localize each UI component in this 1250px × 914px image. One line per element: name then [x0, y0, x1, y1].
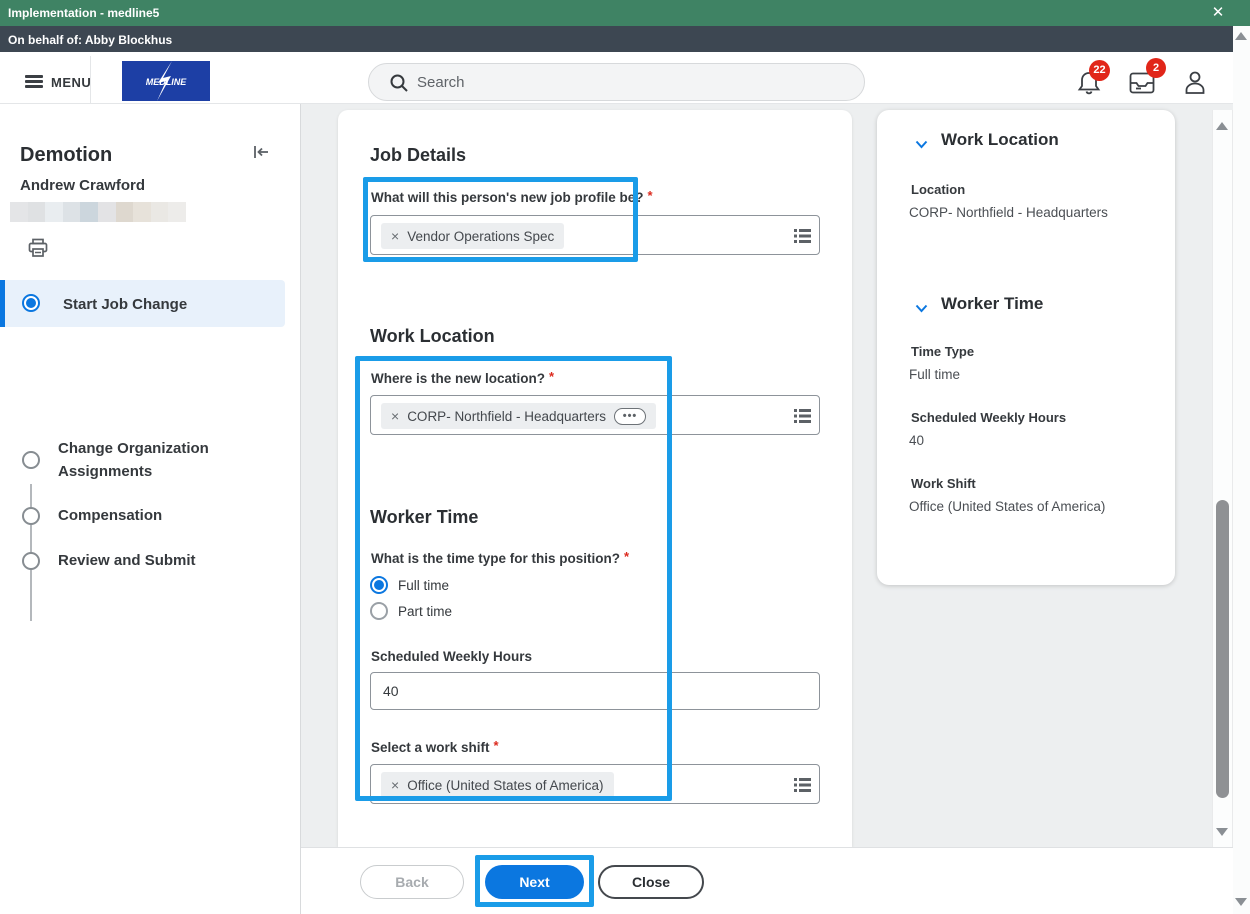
footer-bar: Back Next Close: [301, 847, 1250, 914]
radio-full-time[interactable]: [370, 576, 388, 594]
sidebar: Demotion Andrew Crawford Start Job Chang…: [0, 104, 301, 914]
work-shift-label-text: Select a work shift: [371, 740, 490, 755]
summary-work-shift-value: Office (United States of America): [909, 499, 1106, 514]
radio-part-time-label[interactable]: Part time: [398, 604, 452, 619]
location-question-text: Where is the new location?: [371, 371, 546, 386]
window-scroll-down-arrow[interactable]: [1235, 898, 1247, 906]
work-location-heading: Work Location: [370, 326, 495, 346]
radio-full-time-label[interactable]: Full time: [398, 578, 449, 593]
prompt-list-icon[interactable]: [794, 408, 811, 429]
step-label: Compensation: [58, 507, 163, 524]
step-change-organization-assignments[interactable]: Change Organization Assignments: [0, 434, 285, 486]
collapse-panel-icon[interactable]: [252, 144, 270, 165]
work-shift-input[interactable]: × Office (United States of America): [370, 764, 820, 804]
proxy-bar: On behalf of: Abby Blockhus: [0, 26, 1233, 52]
radio-part-time[interactable]: [370, 602, 388, 620]
close-button[interactable]: Close: [598, 865, 704, 899]
time-type-question-text: What is the time type for this position?: [371, 551, 621, 566]
weekly-hours-input[interactable]: [370, 672, 820, 710]
prompt-list-icon[interactable]: [794, 228, 811, 249]
chevron-down-icon[interactable]: [915, 136, 928, 154]
job-profile-input[interactable]: × Vendor Operations Spec: [370, 215, 820, 255]
work-shift-chip-label: Office (United States of America): [407, 777, 604, 793]
location-chip-label: CORP- Northfield - Headquarters: [407, 408, 607, 424]
remove-chip-icon[interactable]: ×: [391, 408, 399, 424]
location-input[interactable]: × CORP- Northfield - Headquarters •••: [370, 395, 820, 435]
search-input[interactable]: [417, 65, 847, 99]
location-question: Where is the new location? *: [371, 369, 555, 386]
step-compensation[interactable]: Compensation: [0, 502, 285, 530]
window-scrollbar[interactable]: [1233, 26, 1250, 914]
scroll-down-arrow[interactable]: [1216, 828, 1228, 836]
weekly-hours-label: Scheduled Weekly Hours: [371, 649, 533, 664]
work-shift-label: Select a work shift *: [371, 738, 499, 755]
app-window: Implementation - medline5 ✕ On behalf of…: [0, 0, 1250, 914]
menu-button[interactable]: MENU: [51, 75, 91, 90]
summary-time-type-label: Time Type: [911, 344, 975, 359]
implementation-banner-title: Implementation - medline5: [8, 6, 160, 20]
step-radio: [22, 552, 40, 570]
worker-time-heading: Worker Time: [370, 507, 479, 527]
medline-logo[interactable]: MEDLINE: [122, 61, 210, 101]
worker-name: Andrew Crawford: [20, 177, 146, 194]
job-profile-chip: × Vendor Operations Spec: [381, 223, 565, 249]
implementation-banner: Implementation - medline5 ✕: [0, 0, 1250, 26]
job-profile-question-text: What will this person's new job profile …: [371, 190, 644, 205]
required-asterisk: *: [624, 549, 630, 564]
scrollbar-thumb[interactable]: [1216, 500, 1229, 798]
step-label: Review and Submit: [58, 552, 196, 569]
print-icon[interactable]: [28, 238, 48, 263]
step-radio: [22, 451, 40, 469]
chevron-down-icon[interactable]: [915, 300, 928, 318]
summary-panel: Work Location Location CORP- Northfield …: [877, 110, 1175, 585]
redacted-text: [10, 202, 186, 222]
header-divider: [90, 56, 91, 104]
related-actions-icon[interactable]: •••: [614, 407, 647, 425]
summary-time-type-value: Full time: [909, 367, 961, 382]
step-label: Start Job Change: [63, 296, 188, 313]
summary-worker-time-heading: Worker Time: [941, 294, 1044, 313]
summary-work-location-heading: Work Location: [941, 130, 1059, 149]
prompt-list-icon[interactable]: [794, 777, 811, 798]
summary-location-value: CORP- Northfield - Headquarters: [909, 205, 1108, 220]
next-button[interactable]: Next: [485, 865, 584, 899]
job-details-heading: Job Details: [370, 145, 467, 165]
profile-person-icon[interactable]: [1184, 70, 1206, 100]
step-start-job-change[interactable]: Start Job Change: [0, 280, 285, 327]
process-title: Demotion: [20, 144, 113, 166]
content-scrollbar[interactable]: [1212, 110, 1233, 847]
close-icon[interactable]: ✕: [1208, 3, 1228, 23]
proxy-bar-text: On behalf of: Abby Blockhus: [8, 33, 173, 47]
back-button[interactable]: Back: [360, 865, 464, 899]
required-asterisk: *: [549, 369, 555, 384]
hamburger-menu-icon[interactable]: [25, 75, 43, 88]
summary-weekly-hours-label: Scheduled Weekly Hours: [911, 410, 1067, 425]
summary-location-label: Location: [911, 182, 966, 197]
work-shift-chip: × Office (United States of America): [381, 772, 614, 798]
step-label: Change Organization Assignments: [58, 440, 209, 480]
svg-text:MEDLINE: MEDLINE: [146, 77, 187, 87]
step-review-and-submit[interactable]: Review and Submit: [0, 547, 285, 575]
step-radio: [22, 507, 40, 525]
search-icon: [389, 73, 409, 98]
notifications-badge[interactable]: 22: [1089, 60, 1110, 81]
required-asterisk: *: [493, 738, 499, 753]
time-type-question: What is the time type for this position?…: [371, 549, 630, 566]
job-profile-question: What will this person's new job profile …: [371, 188, 653, 205]
window-scroll-up-arrow[interactable]: [1235, 32, 1247, 40]
inbox-badge[interactable]: 2: [1146, 58, 1166, 78]
search-bar[interactable]: [368, 63, 865, 101]
step-radio-current: [22, 294, 40, 312]
summary-work-shift-label: Work Shift: [911, 476, 976, 491]
location-chip: × CORP- Northfield - Headquarters •••: [381, 403, 657, 429]
remove-chip-icon[interactable]: ×: [391, 777, 399, 793]
summary-weekly-hours-value: 40: [909, 433, 925, 448]
required-asterisk: *: [647, 188, 653, 203]
scroll-up-arrow[interactable]: [1216, 122, 1228, 130]
remove-chip-icon[interactable]: ×: [391, 228, 399, 244]
job-profile-chip-label: Vendor Operations Spec: [407, 228, 555, 244]
